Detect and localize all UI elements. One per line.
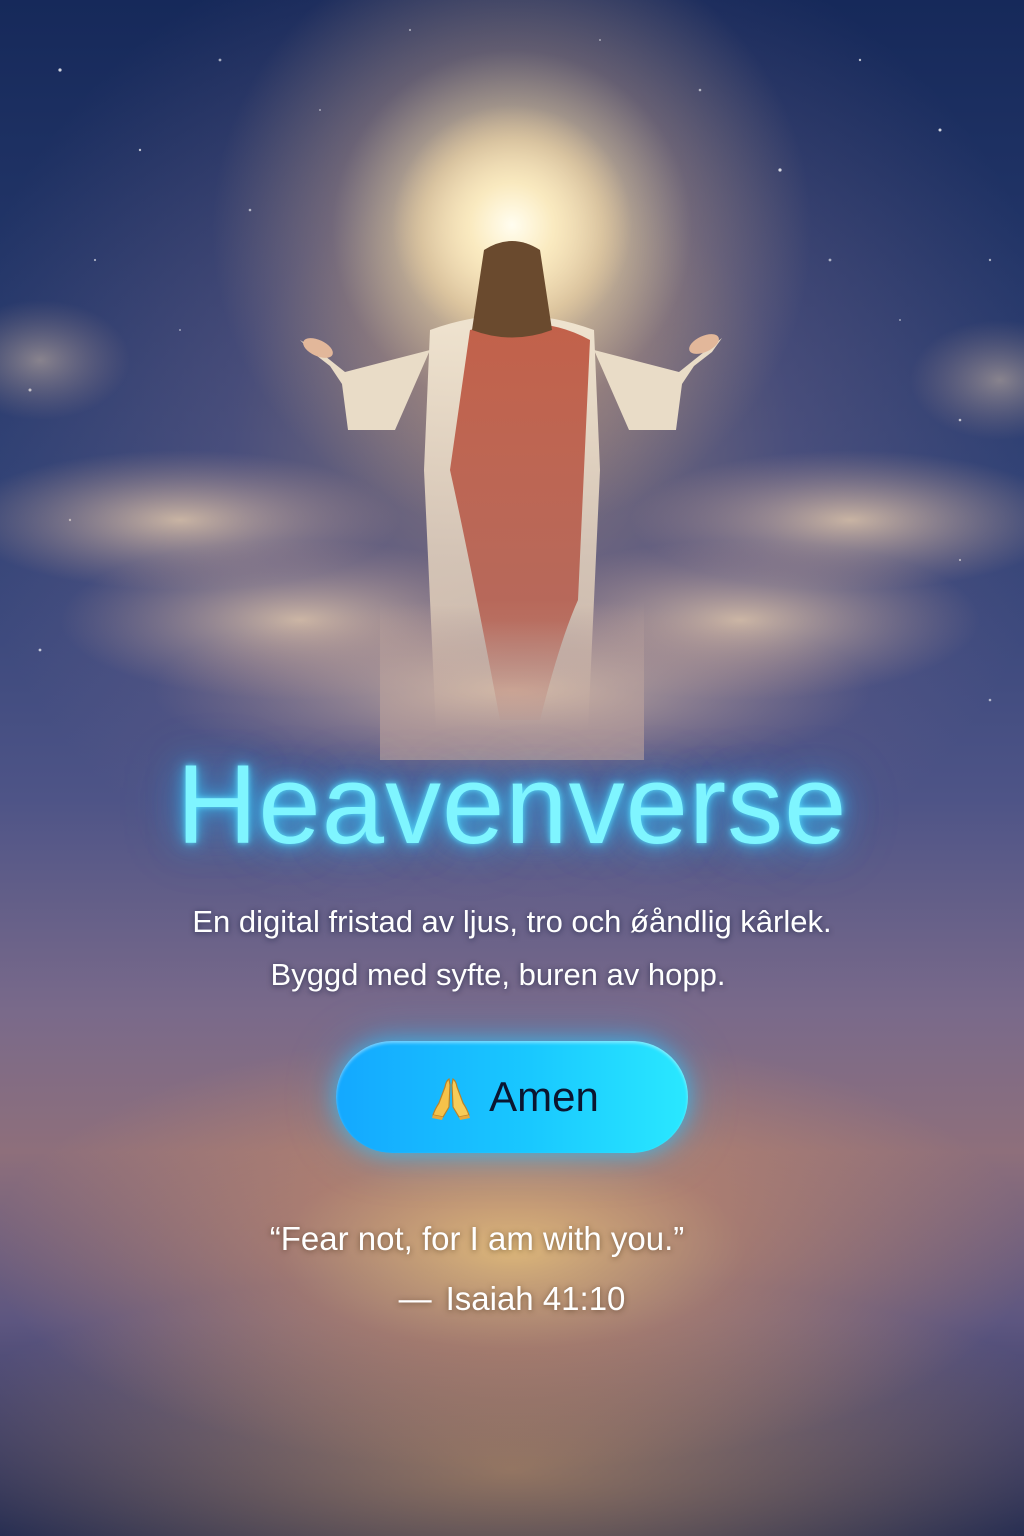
amen-button[interactable]: Amen (336, 1041, 688, 1153)
tagline-line-2: Byggd med syfte, buren av hopp. (270, 957, 726, 992)
tagline-line-1: En digital fristad av ljus, tro och ǿånd… (192, 904, 832, 939)
reference-dash: — (398, 1280, 432, 1317)
reference-text: Isaiah 41:10 (445, 1280, 626, 1317)
praying-hands-icon (432, 1077, 471, 1120)
bible-verse-reference: — Isaiah 41:10 (0, 1278, 1024, 1320)
splash-screen: Heavenverse En digital fristad av ljus, … (0, 0, 1024, 1536)
amen-button-label: Amen (489, 1073, 599, 1120)
hero-illustration (0, 28, 1024, 780)
app-title: Heavenverse (176, 742, 848, 867)
bible-verse-quote: “Fear not, for I am with you.” (269, 1220, 685, 1257)
